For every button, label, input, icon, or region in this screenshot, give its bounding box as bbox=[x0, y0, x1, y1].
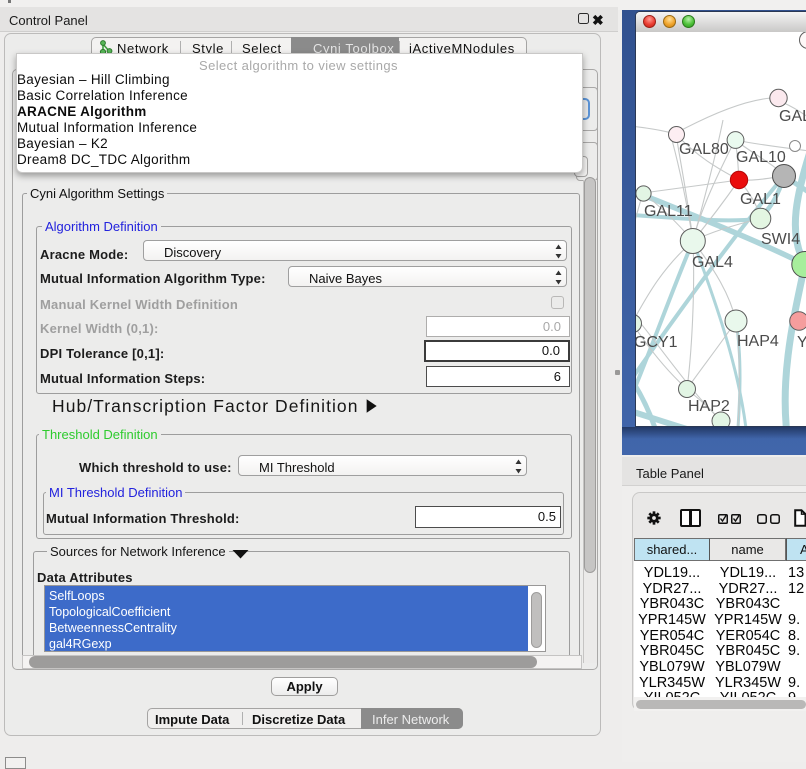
svg-text:YP: YP bbox=[797, 334, 806, 351]
svg-text:GAL80: GAL80 bbox=[679, 141, 729, 158]
svg-text:GAL1: GAL1 bbox=[740, 191, 781, 208]
svg-text:GCY1: GCY1 bbox=[636, 334, 678, 351]
svg-text:GAL10: GAL10 bbox=[736, 149, 786, 166]
svg-text:GAL11: GAL11 bbox=[644, 203, 693, 220]
svg-text:HAP4: HAP4 bbox=[737, 333, 779, 350]
svg-text:GAL: GAL bbox=[779, 108, 806, 125]
svg-text:SWI4: SWI4 bbox=[761, 231, 800, 248]
svg-text:HAP2: HAP2 bbox=[688, 398, 730, 415]
svg-text:GAL4: GAL4 bbox=[692, 254, 733, 271]
